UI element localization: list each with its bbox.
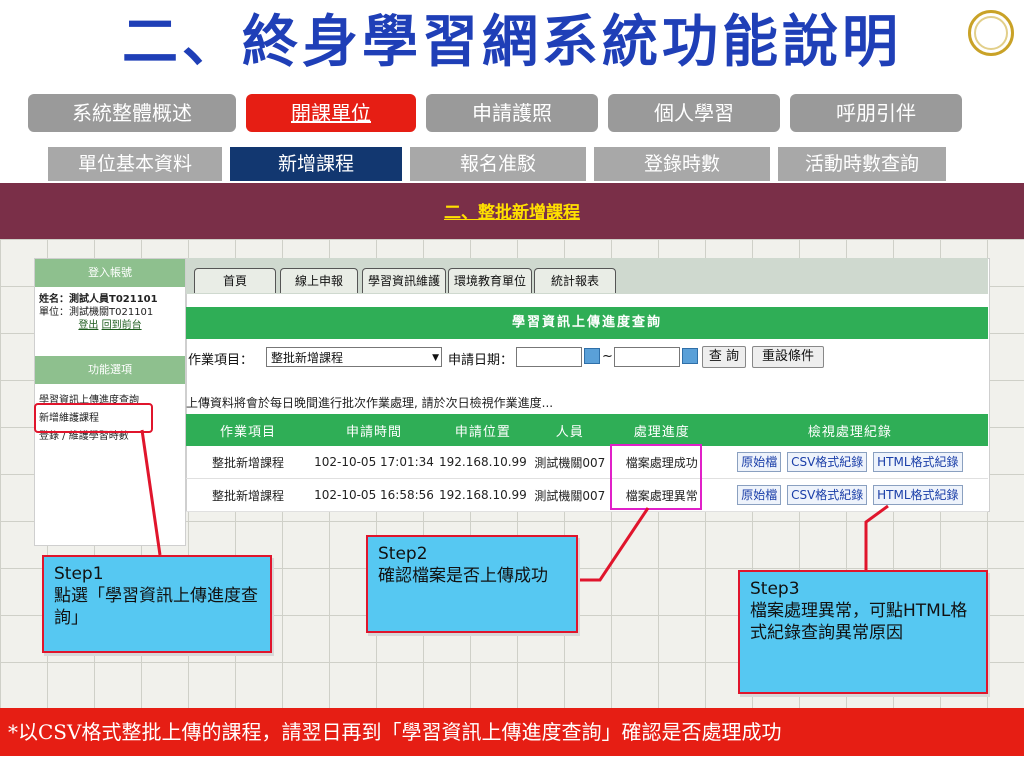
- step1-text: 點選「學習資訊上傳進度查詢」: [54, 586, 258, 628]
- step3-callout: Step3 檔案處理異常，可點HTML格式紀錄查詢異常原因: [738, 570, 988, 694]
- step1-callout: Step1 點選「學習資訊上傳進度查詢」: [42, 555, 272, 653]
- footer-note: *以CSV格式整批上傳的課程，請翌日再到「學習資訊上傳進度查詢」確認是否處理成功: [0, 708, 1024, 756]
- step2-connector: [578, 507, 650, 582]
- step1-title: Step1: [54, 564, 104, 584]
- step2-title: Step2: [378, 544, 428, 564]
- step2-text: 確認檔案是否上傳成功: [378, 566, 548, 586]
- step1-connector: [140, 429, 162, 556]
- step3-connector: [864, 504, 889, 570]
- step2-callout: Step2 確認檔案是否上傳成功: [366, 535, 578, 633]
- step3-text: 檔案處理異常，可點HTML格式紀錄查詢異常原因: [750, 601, 968, 643]
- step3-title: Step3: [750, 579, 800, 599]
